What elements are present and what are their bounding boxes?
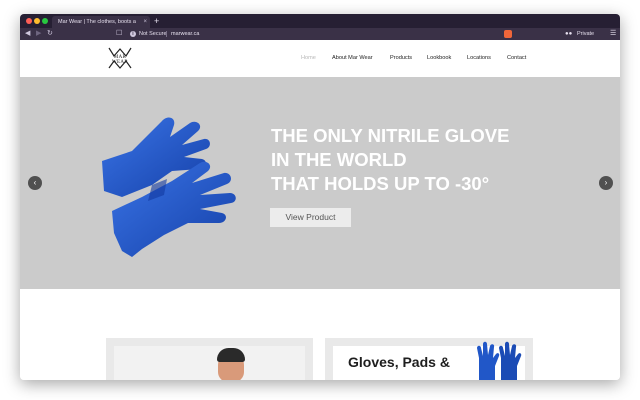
headline-line-2: IN THE WORLD (271, 149, 407, 170)
security-label[interactable]: Not Secure (139, 28, 167, 40)
headline-line-3: THAT HOLDS UP TO -30° (271, 173, 490, 194)
active-tab[interactable]: Mar Wear | The clothes, boots a × (52, 16, 150, 28)
view-product-button[interactable]: View Product (270, 208, 351, 227)
lookbook-card[interactable] (106, 338, 313, 380)
hero-slider: THE ONLY NITRILE GLOVE IN THE WORLD THAT… (20, 77, 620, 289)
headline-line-1: THE ONLY NITRILE GLOVE (271, 125, 510, 146)
private-label: Private (577, 31, 595, 37)
slider-prev-icon[interactable]: ‹ (28, 176, 42, 190)
person-beanie (217, 348, 245, 362)
private-glasses-icon: ●● (565, 31, 573, 37)
menu-icon[interactable]: ☰ (610, 28, 616, 40)
tab-bar: Mar Wear | The clothes, boots a × + (20, 14, 620, 28)
shield-icon[interactable] (504, 30, 512, 38)
url-divider (166, 31, 167, 37)
forward-icon[interactable]: ▶ (36, 28, 41, 40)
minimize-window-button[interactable] (34, 18, 40, 24)
lookbook-card-image (114, 346, 305, 380)
gloves-card-title: Gloves, Pads & (348, 354, 450, 370)
nav-home[interactable]: Home (301, 40, 316, 77)
reload-icon[interactable]: ↻ (47, 28, 53, 40)
bookmark-icon[interactable]: ☐ (116, 28, 122, 40)
address-bar-row: ◀ ▶ ↻ ☐ i Not Secure marwear.ca ●● Priva… (20, 28, 620, 40)
new-tab-button[interactable]: + (154, 15, 159, 27)
close-window-button[interactable] (26, 18, 32, 24)
tab-close-icon[interactable]: × (143, 16, 147, 28)
nav-locations[interactable]: Locations (467, 40, 491, 77)
tab-title: Mar Wear | The clothes, boots a (58, 19, 136, 25)
browser-window: Mar Wear | The clothes, boots a × + ◀ ▶ … (20, 14, 620, 380)
gloves-card[interactable]: Gloves, Pads & (325, 338, 533, 380)
zoom-window-button[interactable] (42, 18, 48, 24)
logo-text: MAR WEAR (112, 55, 128, 65)
site-header: MAR WEAR Home About Mar Wear Products Lo… (20, 40, 620, 77)
back-icon[interactable]: ◀ (25, 28, 30, 40)
nav-lookbook[interactable]: Lookbook (427, 40, 451, 77)
mini-gloves-image (477, 341, 522, 380)
nav-about[interactable]: About Mar Wear (332, 40, 373, 77)
nav-products[interactable]: Products (390, 40, 412, 77)
blue-glove-image (102, 117, 236, 257)
product-cards-section: Gloves, Pads & (20, 289, 620, 380)
nav-contact[interactable]: Contact (507, 40, 526, 77)
url-field[interactable]: marwear.ca (171, 28, 199, 40)
gloves-card-panel: Gloves, Pads & (333, 341, 525, 380)
info-icon[interactable]: i (130, 31, 136, 37)
hero-headline: THE ONLY NITRILE GLOVE IN THE WORLD THAT… (271, 124, 591, 196)
slider-next-icon[interactable]: › (599, 176, 613, 190)
